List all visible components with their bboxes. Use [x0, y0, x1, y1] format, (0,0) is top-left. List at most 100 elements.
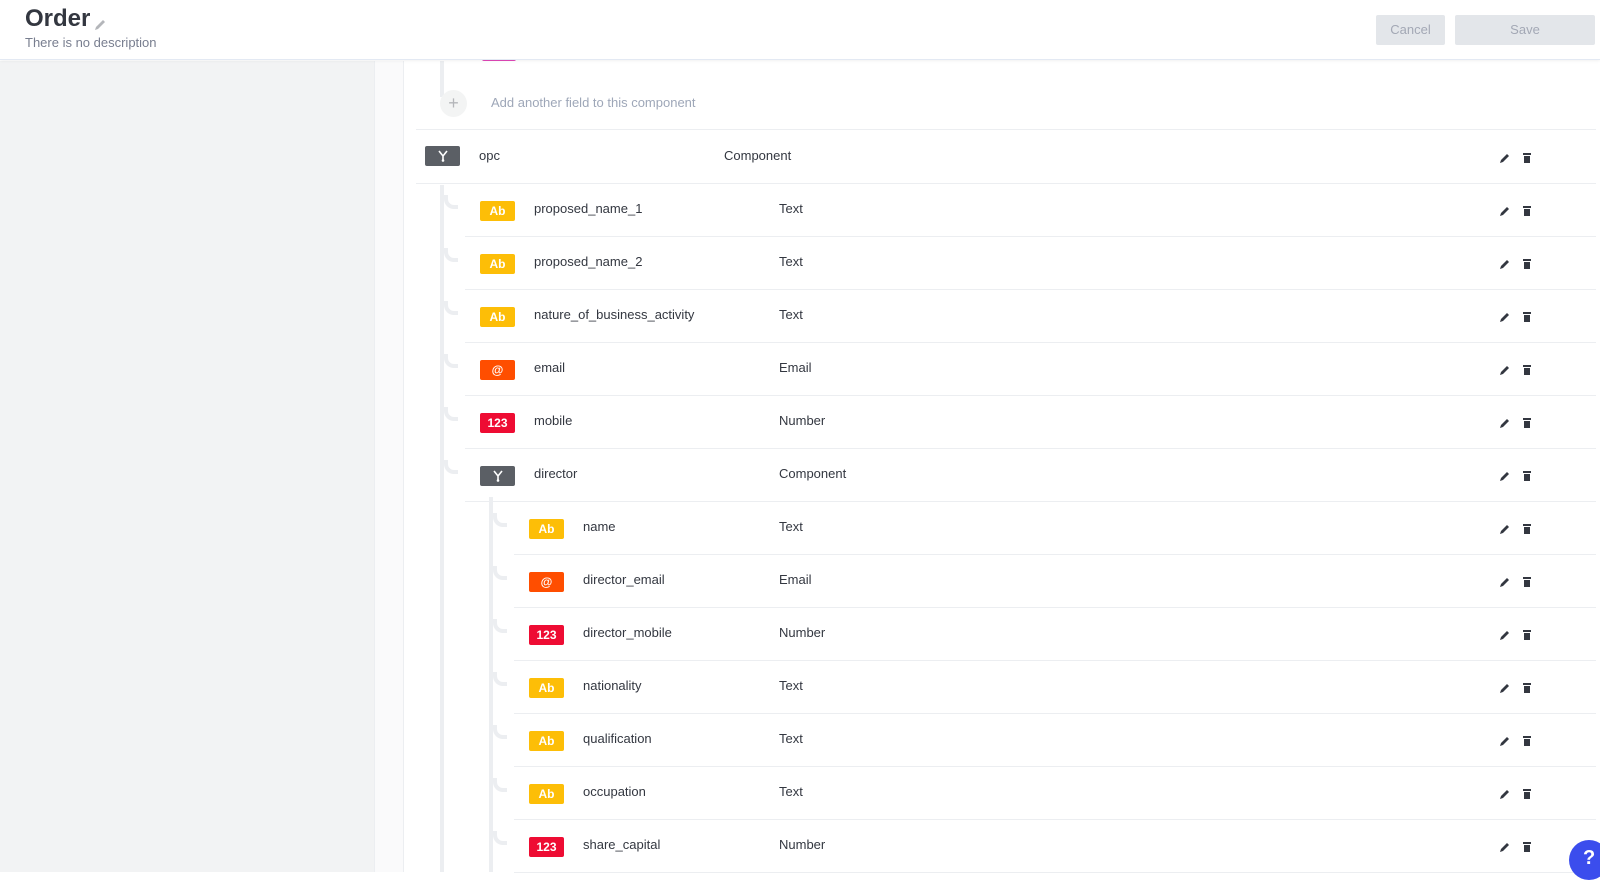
tree-line: [440, 185, 444, 872]
field-name: name: [583, 519, 616, 534]
tree-connector: [444, 460, 458, 474]
text-type-icon: Ab: [529, 784, 564, 804]
pencil-icon[interactable]: [93, 18, 107, 32]
field-name: nature_of_business_activity: [534, 307, 695, 322]
field-row: 123 mobile Number: [444, 395, 1596, 449]
tree-connector: [493, 831, 507, 845]
pencil-icon[interactable]: [1499, 363, 1511, 375]
field-type: Email: [779, 360, 812, 375]
trash-icon[interactable]: [1521, 416, 1533, 428]
number-type-icon: 123: [529, 837, 564, 857]
field-type: Text: [779, 519, 803, 534]
text-type-icon: Ab: [480, 307, 515, 327]
field-row: Ab proposed_name_1 Text: [444, 183, 1596, 237]
tree-line: [489, 497, 493, 872]
pencil-icon[interactable]: [1499, 151, 1511, 163]
field-row: Ab occupation Text: [493, 766, 1596, 820]
component-row-opc: opc Component: [416, 130, 1596, 184]
field-name: director_mobile: [583, 625, 672, 640]
tree-connector: [493, 566, 507, 580]
pencil-icon[interactable]: [1499, 787, 1511, 799]
email-type-icon: @: [480, 360, 515, 380]
pencil-icon[interactable]: [1499, 310, 1511, 322]
trash-icon[interactable]: [1521, 628, 1533, 640]
trash-icon[interactable]: [1521, 734, 1533, 746]
save-button[interactable]: Save: [1455, 15, 1595, 45]
trash-icon[interactable]: [1521, 151, 1533, 163]
pencil-icon[interactable]: [1499, 575, 1511, 587]
field-name: director_email: [583, 572, 665, 587]
field-type: Number: [779, 837, 826, 852]
field-row: 123 share_capital Number: [493, 819, 1596, 873]
field-name: proposed_name_1: [534, 201, 643, 216]
field-type: Text: [779, 731, 803, 746]
trash-icon[interactable]: [1521, 363, 1533, 375]
field-name: share_capital: [583, 837, 661, 852]
tree-connector: [444, 407, 458, 421]
pencil-icon[interactable]: [1499, 204, 1511, 216]
field-row: director Component: [444, 448, 1596, 502]
field-type: Text: [779, 784, 803, 799]
field-type: Email: [779, 572, 812, 587]
trash-icon[interactable]: [1521, 522, 1533, 534]
field-type: Number: [779, 413, 826, 428]
trash-icon[interactable]: [1521, 575, 1533, 587]
cancel-button[interactable]: Cancel: [1376, 15, 1445, 45]
pencil-icon[interactable]: [1499, 840, 1511, 852]
add-field-label[interactable]: Add another field to this component: [491, 95, 696, 110]
fields-list: + Add another field to this component op…: [404, 57, 1600, 873]
page-title: Order: [25, 5, 91, 32]
field-type: Component: [724, 148, 792, 163]
pencil-icon[interactable]: [1499, 416, 1511, 428]
trash-icon[interactable]: [1521, 681, 1533, 693]
left-panel: [0, 61, 374, 872]
text-type-icon: Ab: [529, 519, 564, 539]
add-icon[interactable]: +: [440, 90, 467, 117]
tree-connector: [444, 354, 458, 368]
text-type-icon: Ab: [529, 678, 564, 698]
field-name: occupation: [583, 784, 646, 799]
content-gutter: [374, 61, 404, 872]
field-type: Text: [779, 307, 803, 322]
field-row: 123 director_mobile Number: [493, 607, 1596, 661]
field-row: @ email Email: [444, 342, 1596, 396]
trash-icon[interactable]: [1521, 257, 1533, 269]
field-name: director: [534, 466, 578, 481]
page-description: There is no description: [25, 35, 157, 50]
text-type-icon: Ab: [529, 731, 564, 751]
component-icon: [480, 466, 515, 486]
trash-icon[interactable]: [1521, 204, 1533, 216]
field-row: @ director_email Email: [493, 554, 1596, 608]
field-type: Number: [779, 625, 826, 640]
field-row: Ab nature_of_business_activity Text: [444, 289, 1596, 343]
trash-icon[interactable]: [1521, 840, 1533, 852]
email-type-icon: @: [529, 572, 564, 592]
field-row: Ab nationality Text: [493, 660, 1596, 714]
field-type: Text: [779, 201, 803, 216]
tree-connector: [493, 725, 507, 739]
field-type: Text: [779, 678, 803, 693]
tree-connector: [493, 672, 507, 686]
field-row: Ab name Text: [493, 501, 1596, 555]
text-type-icon: Ab: [480, 201, 515, 221]
pencil-icon[interactable]: [1499, 257, 1511, 269]
page-header: Order There is no description Cancel Sav…: [0, 0, 1600, 60]
pencil-icon[interactable]: [1499, 628, 1511, 640]
pencil-icon[interactable]: [1499, 734, 1511, 746]
field-type: Component: [779, 466, 847, 481]
tree-connector: [444, 301, 458, 315]
pencil-icon[interactable]: [1499, 522, 1511, 534]
help-button[interactable]: ?: [1569, 840, 1600, 880]
pencil-icon[interactable]: [1499, 681, 1511, 693]
tree-connector: [444, 195, 458, 209]
pencil-icon[interactable]: [1499, 469, 1511, 481]
tree-connector: [493, 619, 507, 633]
component-icon: [425, 146, 460, 166]
trash-icon[interactable]: [1521, 310, 1533, 322]
tree-connector: [493, 513, 507, 527]
trash-icon[interactable]: [1521, 787, 1533, 799]
number-type-icon: 123: [480, 413, 515, 433]
trash-icon[interactable]: [1521, 469, 1533, 481]
field-name: opc: [479, 148, 500, 163]
add-field-row[interactable]: + Add another field to this component: [416, 86, 1596, 130]
